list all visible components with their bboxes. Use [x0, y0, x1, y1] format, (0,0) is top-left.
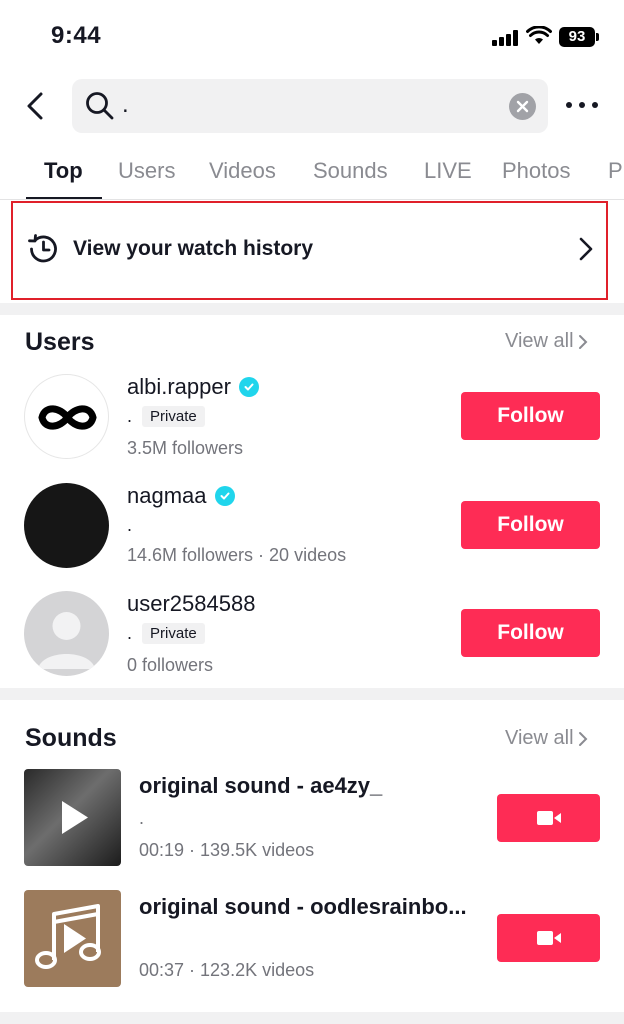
infinity-logo-icon	[38, 405, 97, 430]
user-row[interactable]: albi.rapper . Private 3.5M followers Fol…	[0, 374, 624, 474]
back-arrow-icon	[27, 92, 43, 120]
dot-icon	[592, 102, 598, 108]
status-time: 9:44	[51, 22, 102, 49]
search-tabs: Top Users Videos Sounds LIVE Photos P	[0, 150, 624, 200]
section-divider	[0, 688, 624, 700]
tab-live[interactable]: LIVE	[424, 158, 472, 184]
chevron-right-icon	[578, 731, 587, 746]
use-sound-button[interactable]	[497, 914, 600, 962]
history-icon	[28, 234, 57, 263]
sound-title[interactable]: original sound - oodlesrainbo...	[139, 894, 474, 920]
tab-sounds[interactable]: Sounds	[313, 158, 388, 184]
search-icon	[86, 92, 114, 120]
avatar[interactable]	[24, 591, 109, 676]
watch-history-row[interactable]: View your watch history	[11, 201, 608, 300]
tab-users[interactable]: Users	[118, 158, 175, 184]
tabs-divider	[0, 199, 624, 200]
users-section-title: Users	[25, 328, 95, 356]
bio-text: .	[127, 406, 133, 426]
username-text: albi.rapper	[127, 374, 231, 399]
user-bio: .	[127, 515, 132, 536]
bio-text: .	[127, 515, 133, 535]
sound-title[interactable]: original sound - ae4zy_	[139, 773, 474, 799]
search-input[interactable]: .	[72, 79, 548, 133]
dot-icon	[579, 102, 585, 108]
follow-button[interactable]: Follow	[461, 609, 600, 657]
username-text: nagmaa	[127, 483, 207, 508]
sound-author: .	[139, 808, 145, 828]
bio-text: .	[127, 623, 133, 643]
sound-meta: 00:37 · 123.2K videos	[139, 960, 315, 980]
avatar[interactable]	[24, 374, 109, 459]
user-followers: 0 followers	[127, 655, 214, 675]
battery-tip	[596, 33, 599, 41]
search-query[interactable]: .	[122, 91, 129, 119]
status-bar: 9:44 93	[0, 0, 624, 70]
view-all-label: View all	[505, 330, 574, 352]
user-row[interactable]: nagmaa . 14.6M followers · 20 videos Fol…	[0, 483, 624, 583]
sound-thumbnail[interactable]	[24, 769, 121, 866]
sound-meta: 00:19 · 139.5K videos	[139, 840, 315, 860]
tab-photos[interactable]: Photos	[502, 158, 571, 184]
music-note-icon	[35, 904, 101, 969]
tab-videos[interactable]: Videos	[209, 158, 276, 184]
username-text: user2584588	[127, 591, 256, 616]
tab-more-partial[interactable]: P	[608, 158, 623, 184]
close-icon	[516, 100, 529, 113]
section-divider	[0, 303, 624, 315]
chevron-right-icon	[579, 237, 593, 261]
clear-search-button[interactable]	[509, 93, 536, 120]
watch-history-label: View your watch history	[73, 237, 314, 260]
avatar[interactable]	[24, 483, 109, 568]
dot-icon	[566, 102, 572, 108]
verified-icon	[214, 486, 235, 506]
sounds-view-all-link[interactable]: View all	[505, 727, 588, 750]
battery-indicator: 93	[559, 27, 595, 47]
default-avatar-icon	[38, 612, 95, 669]
user-followers: 3.5M followers	[127, 438, 244, 458]
video-camera-icon	[536, 811, 561, 825]
wifi-icon	[526, 26, 552, 44]
tab-top[interactable]: Top	[44, 158, 83, 184]
private-badge: Private	[142, 406, 205, 427]
back-button[interactable]	[18, 86, 52, 126]
username: albi.rapper	[127, 374, 259, 400]
user-row[interactable]: user2584588 . Private 0 followers Follow	[0, 591, 624, 691]
sound-thumbnail[interactable]	[24, 890, 121, 987]
section-divider	[0, 1012, 624, 1024]
cellular-signal-icon	[492, 30, 520, 46]
users-view-all-link[interactable]: View all	[505, 330, 588, 353]
use-sound-button[interactable]	[497, 794, 600, 842]
user-bio: . Private	[127, 406, 205, 427]
username: user2584588	[127, 591, 255, 617]
follow-button[interactable]: Follow	[461, 392, 600, 440]
private-badge: Private	[142, 623, 205, 644]
video-camera-icon	[536, 931, 561, 945]
user-followers: 14.6M followers · 20 videos	[127, 545, 347, 565]
view-all-label: View all	[505, 727, 574, 749]
follow-button[interactable]: Follow	[461, 501, 600, 549]
user-bio: . Private	[127, 623, 205, 644]
verified-icon	[238, 377, 259, 397]
sounds-section-title: Sounds	[25, 724, 117, 752]
play-icon	[62, 801, 88, 834]
chevron-right-icon	[578, 334, 587, 349]
username: nagmaa	[127, 483, 235, 509]
more-options-button[interactable]	[566, 94, 598, 116]
